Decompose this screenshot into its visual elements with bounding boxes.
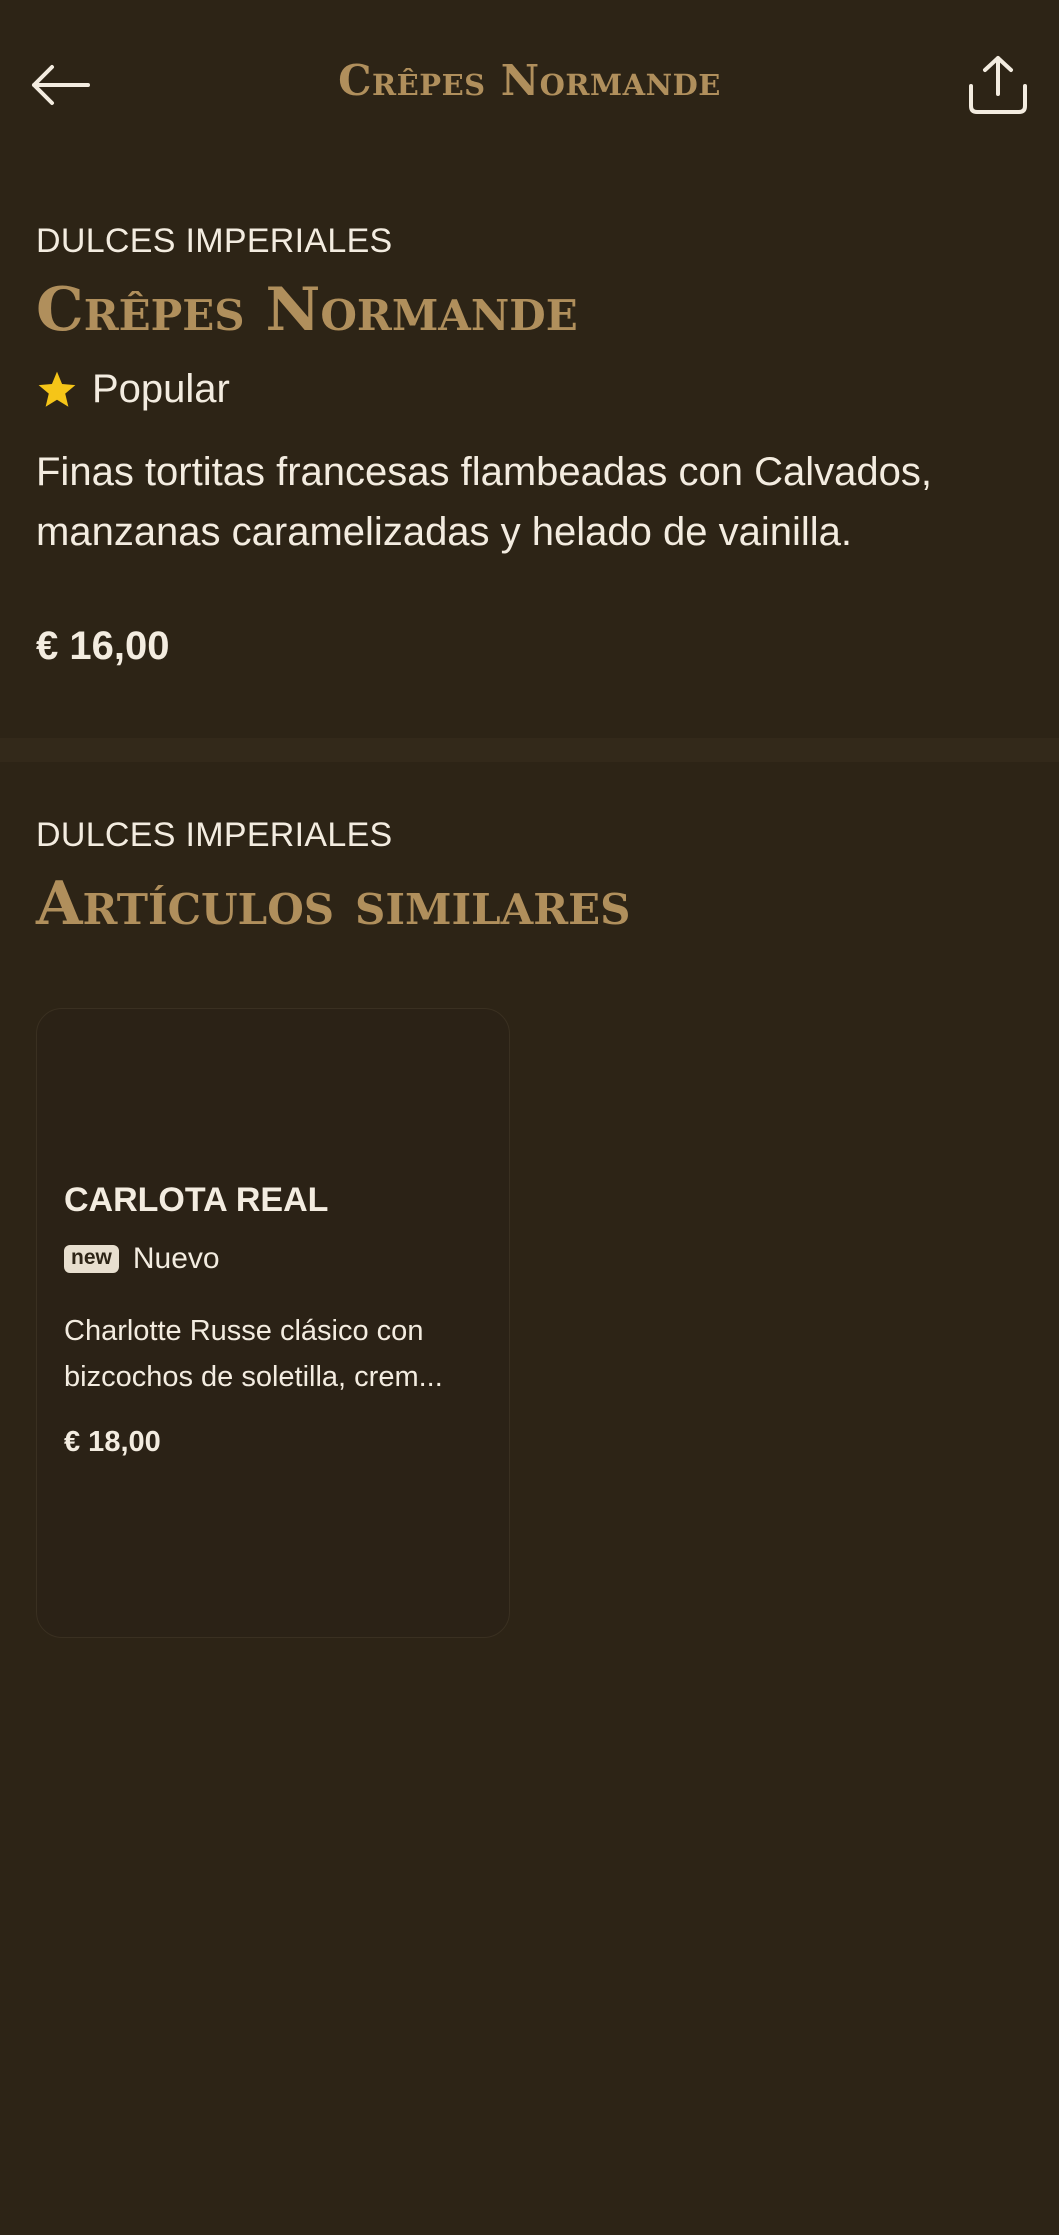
item-price: € 16,00 xyxy=(36,624,170,668)
back-button[interactable] xyxy=(30,50,110,120)
new-badge: new Nuevo xyxy=(64,1242,494,1276)
card-badge-label: Nuevo xyxy=(132,1242,220,1275)
card-description: Charlotte Russe clásico con bizcochos de… xyxy=(64,1308,494,1400)
card-description-line-1: Charlotte Russe clásico con xyxy=(64,1315,424,1347)
card-price: € 18,00 xyxy=(64,1426,161,1458)
item-category: DULCES IMPERIALES xyxy=(36,222,393,260)
similar-title: Artículos similares xyxy=(36,869,631,939)
arrow-left-icon xyxy=(32,65,90,105)
similar-category: DULCES IMPERIALES xyxy=(36,816,393,854)
card-title: CARLOTA REAL xyxy=(64,1181,329,1219)
badge-label: Popular xyxy=(92,367,230,411)
section-divider xyxy=(0,738,1059,762)
item-description: Finas tortitas francesas flambeadas con … xyxy=(36,450,932,554)
item-title: Crêpes Normande xyxy=(36,275,578,345)
star-icon xyxy=(38,371,76,407)
similar-items-section: DULCES IMPERIALES Artículos similares xyxy=(36,816,1026,939)
popular-badge: Popular xyxy=(36,367,1026,412)
share-button[interactable] xyxy=(949,45,1029,125)
header-title: Crêpes Normande xyxy=(338,56,721,105)
share-upload-icon xyxy=(969,56,1027,114)
item-detail: DULCES IMPERIALES Crêpes Normande Popula… xyxy=(36,222,1026,669)
new-tag: new xyxy=(64,1245,119,1273)
card-description-line-2: bizcochos de soletilla, crem... xyxy=(64,1361,443,1393)
top-bar: Crêpes Normande xyxy=(0,0,1059,170)
similar-item-card[interactable]: CARLOTA REAL new Nuevo Charlotte Russe c… xyxy=(36,1008,510,1638)
